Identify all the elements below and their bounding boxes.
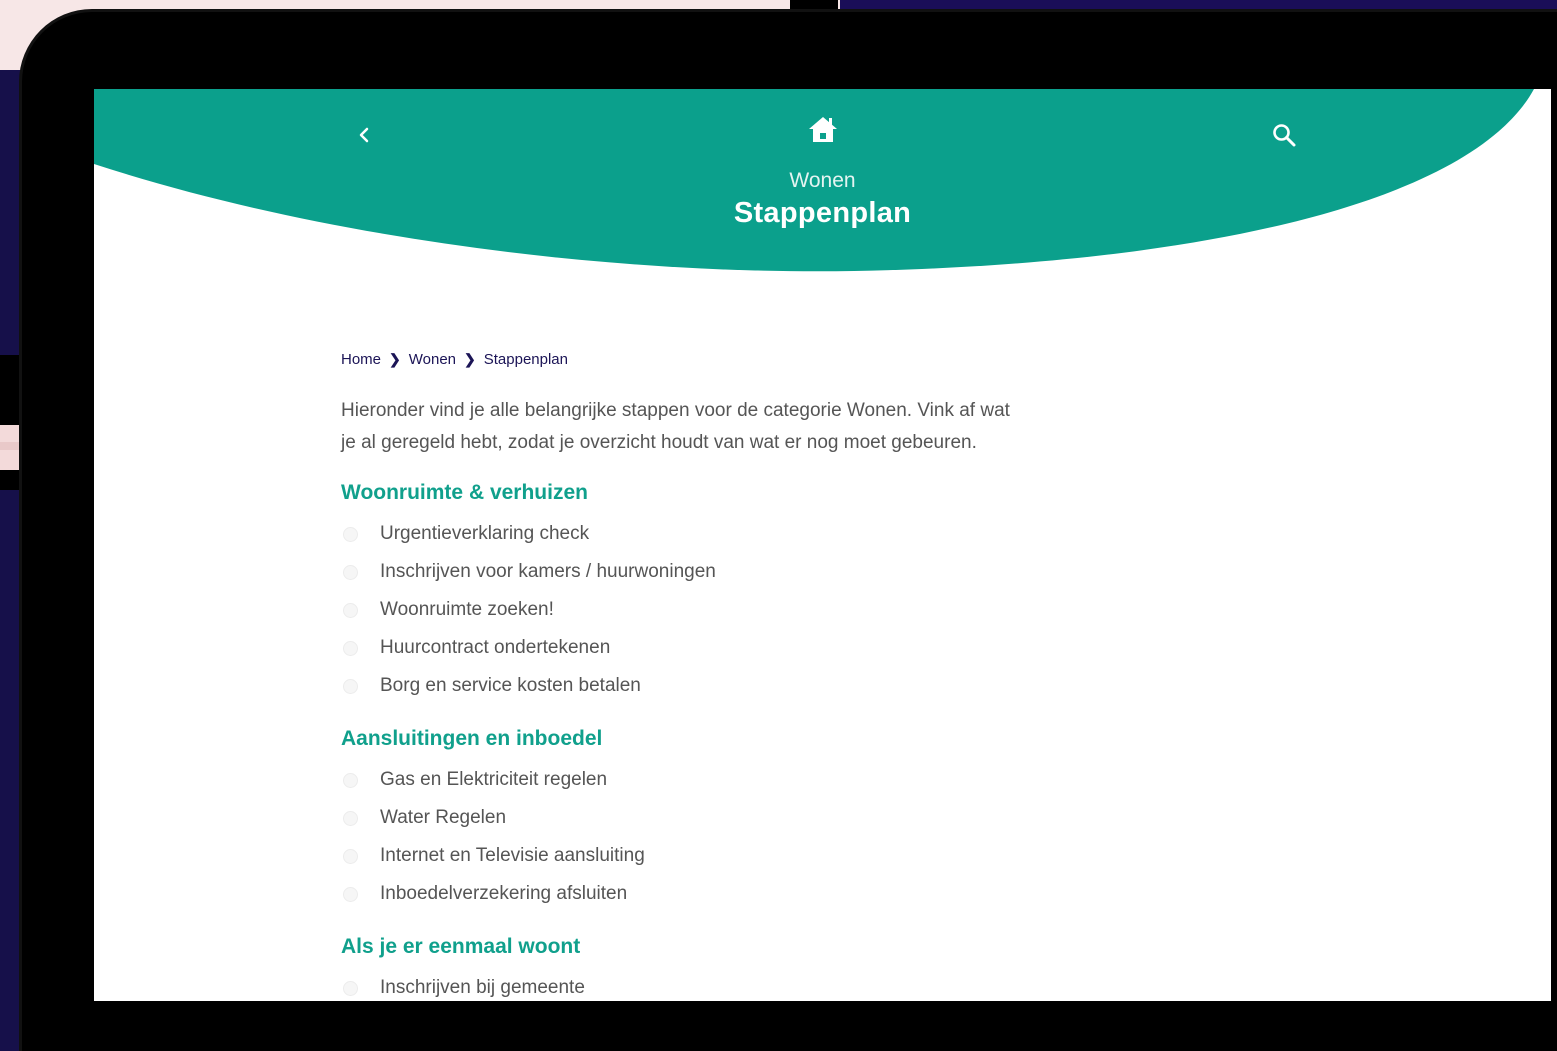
section-title: Als je er eenmaal woont [341,935,581,958]
step-item[interactable]: Inschrijven voor kamers / huurwoningen [341,553,1041,591]
step-label: Woonruimte zoeken! [380,599,554,620]
step-item[interactable]: Gas en Elektriciteit regelen [341,761,1041,799]
step-item[interactable]: Huurcontract ondertekenen [341,629,1041,667]
step-label: Urgentieverklaring check [380,523,590,544]
step-label: Internet en Televisie aansluiting [380,845,645,866]
step-label: Inschrijven voor kamers / huurwoningen [380,561,716,582]
app-screen: Wonen Stappenplan Home ❯ Wonen ❯ Stappen… [94,89,1551,1001]
breadcrumb: Home ❯ Wonen ❯ Stappenplan [341,351,1041,368]
step-checkbox[interactable] [343,640,358,656]
chevron-right-icon: ❯ [464,351,476,367]
step-checkbox[interactable] [343,848,358,864]
header-category: Wonen [789,169,856,192]
step-label: Huurcontract ondertekenen [380,637,611,658]
step-item[interactable]: Urgentieverklaring check [341,515,1041,553]
breadcrumb-stappenplan[interactable]: Stappenplan [484,351,568,368]
step-label: Borg en service kosten betalen [380,675,641,696]
step-list: Gas en Elektriciteit regelen Water Regel… [341,761,1041,913]
step-item[interactable]: Inschrijven bij gemeente [341,969,1041,1001]
step-checkbox[interactable] [343,772,358,788]
step-checkbox[interactable] [343,526,358,542]
back-button[interactable] [342,113,386,157]
step-checkbox[interactable] [343,678,358,694]
search-icon [1273,124,1296,147]
step-item[interactable]: Internet en Televisie aansluiting [341,837,1041,875]
home-icon[interactable] [806,113,840,147]
step-label: Inschrijven bij gemeente [380,977,585,998]
chevron-left-icon [359,127,369,143]
step-label: Water Regelen [380,807,507,828]
step-item[interactable]: Borg en service kosten betalen [341,667,1041,705]
step-item[interactable]: Water Regelen [341,799,1041,837]
tablet-frame: Wonen Stappenplan Home ❯ Wonen ❯ Stappen… [22,12,1557,1051]
step-checkbox[interactable] [343,810,358,826]
step-label: Inboedelverzekering afsluiten [380,883,628,904]
main-content: Home ❯ Wonen ❯ Stappenplan Hieronder vin… [341,351,1041,1001]
chevron-right-icon: ❯ [389,351,401,367]
step-checkbox[interactable] [343,886,358,902]
step-checkbox[interactable] [343,564,358,580]
step-checkbox[interactable] [343,602,358,618]
breadcrumb-wonen[interactable]: Wonen [409,351,456,368]
page-title: Stappenplan [733,197,912,229]
step-checkbox[interactable] [343,980,358,996]
breadcrumb-home[interactable]: Home [341,351,381,368]
step-list: Urgentieverklaring check Inschrijven voo… [341,515,1041,705]
step-label: Gas en Elektriciteit regelen [380,769,608,790]
step-item[interactable]: Inboedelverzekering afsluiten [341,875,1041,913]
section-title: Woonruimte & verhuizen [341,481,588,504]
search-button[interactable] [1262,113,1306,157]
section-title: Aansluitingen en inboedel [341,727,603,750]
step-item[interactable]: Woonruimte zoeken! [341,591,1041,629]
intro-text: Hieronder vind je alle belangrijke stapp… [341,400,1010,453]
step-list: Inschrijven bij gemeente [341,969,1041,1001]
